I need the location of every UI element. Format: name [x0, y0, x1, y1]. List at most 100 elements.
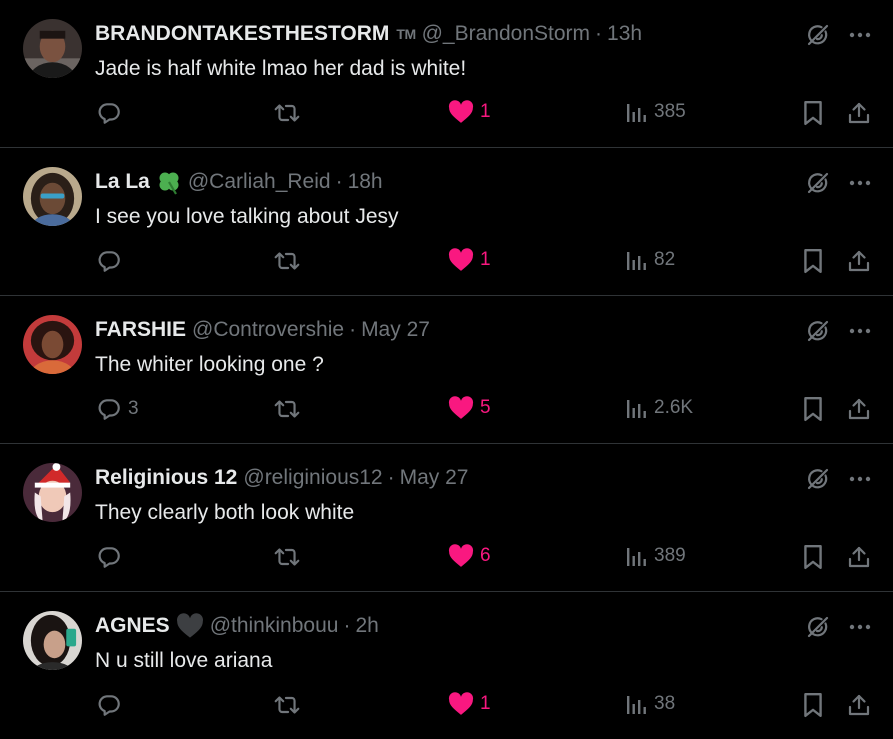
heart-filled-icon [448, 692, 474, 716]
timestamp[interactable]: 18h [348, 168, 383, 196]
display-name[interactable]: La La [95, 168, 150, 196]
timestamp[interactable]: May 27 [361, 316, 430, 344]
avatar[interactable] [23, 463, 82, 522]
view-count: 2.6K [654, 397, 694, 418]
views-button[interactable]: 389 [626, 544, 686, 568]
grok-icon[interactable] [805, 466, 831, 492]
tweet-actions: 6 389 [0, 544, 893, 576]
display-name[interactable]: Religinious 12 [95, 464, 237, 492]
reply-button[interactable] [96, 544, 128, 570]
tweet[interactable]: FARSHIE @Controvershie · May 27 The whit… [0, 296, 893, 444]
bookmark-icon [802, 100, 824, 126]
reply-icon [96, 544, 122, 570]
bookmark-button[interactable] [802, 100, 824, 126]
reply-button[interactable] [96, 100, 128, 126]
tweet-top-icons [805, 466, 871, 492]
display-name[interactable]: BRANDONTAKESTHESTORM [95, 20, 389, 48]
reply-count: 3 [128, 398, 139, 419]
retweet-icon [273, 100, 301, 126]
shamrock-icon [156, 169, 182, 195]
tweet[interactable]: BRANDONTAKESTHESTORM TM @_BrandonStorm ·… [0, 0, 893, 148]
separator: · [349, 318, 357, 341]
more-options-icon[interactable] [849, 624, 871, 630]
timestamp[interactable]: 2h [355, 612, 378, 640]
tweet-actions: 1 385 [0, 100, 893, 132]
tweet-actions: 1 82 [0, 248, 893, 280]
tweet[interactable]: AGNES @thinkinbouu · 2h N u still love a… [0, 592, 893, 739]
tweet-actions: 3 5 2.6K [0, 396, 893, 428]
tweet-header: La La @Carliah_Reid · 18h [95, 168, 383, 196]
reply-icon [96, 692, 122, 718]
views-bar-chart-icon [626, 544, 648, 568]
share-button[interactable] [847, 248, 871, 274]
bookmark-button[interactable] [802, 544, 824, 570]
handle[interactable]: @_BrandonStorm [422, 20, 590, 48]
retweet-button[interactable] [273, 100, 307, 126]
name-suffix: TM [396, 26, 416, 42]
views-button[interactable]: 2.6K [626, 396, 693, 420]
retweet-button[interactable] [273, 544, 307, 570]
grok-icon[interactable] [805, 614, 831, 640]
like-button[interactable]: 1 [448, 692, 491, 716]
black-heart-icon [176, 613, 204, 639]
more-options-icon[interactable] [849, 328, 871, 334]
tweet[interactable]: Religinious 12 @religinious12 · May 27 T… [0, 444, 893, 592]
grok-icon[interactable] [805, 22, 831, 48]
like-button[interactable]: 1 [448, 100, 491, 124]
grok-icon[interactable] [805, 318, 831, 344]
tweet-text: The whiter looking one ? [95, 353, 324, 376]
more-options-icon[interactable] [849, 180, 871, 186]
retweet-icon [273, 544, 301, 570]
view-count: 82 [654, 249, 676, 270]
avatar[interactable] [23, 19, 82, 78]
views-button[interactable]: 38 [626, 692, 675, 716]
bookmark-button[interactable] [802, 396, 824, 422]
share-button[interactable] [847, 396, 871, 422]
like-button[interactable]: 1 [448, 248, 491, 272]
like-button[interactable]: 6 [448, 544, 491, 568]
reply-button[interactable] [96, 248, 128, 274]
tweet[interactable]: La La @Carliah_Reid · 18h I see you love… [0, 148, 893, 296]
handle[interactable]: @religinious12 [243, 464, 382, 492]
separator: · [387, 466, 395, 489]
retweet-button[interactable] [273, 248, 307, 274]
bookmark-button[interactable] [802, 692, 824, 718]
retweet-button[interactable] [273, 396, 307, 422]
share-button[interactable] [847, 692, 871, 718]
more-options-icon[interactable] [849, 476, 871, 482]
reply-feed: BRANDONTAKESTHESTORM TM @_BrandonStorm ·… [0, 0, 893, 739]
avatar[interactable] [23, 315, 82, 374]
handle[interactable]: @Controvershie [192, 316, 344, 344]
view-count: 38 [654, 693, 676, 714]
tweet-top-icons [805, 170, 871, 196]
bookmark-button[interactable] [802, 248, 824, 274]
like-count: 5 [480, 397, 491, 418]
reply-icon [96, 248, 122, 274]
views-button[interactable]: 385 [626, 100, 686, 124]
heart-filled-icon [448, 248, 474, 272]
handle[interactable]: @thinkinbouu [210, 612, 339, 640]
avatar[interactable] [23, 611, 82, 670]
heart-filled-icon [448, 100, 474, 124]
like-button[interactable]: 5 [448, 396, 491, 420]
tweet-actions: 1 38 [0, 692, 893, 724]
handle[interactable]: @Carliah_Reid [188, 168, 331, 196]
reply-button[interactable]: 3 [96, 396, 139, 422]
grok-icon[interactable] [805, 170, 831, 196]
avatar[interactable] [23, 167, 82, 226]
like-count: 6 [480, 545, 491, 566]
views-button[interactable]: 82 [626, 248, 675, 272]
retweet-button[interactable] [273, 692, 307, 718]
timestamp[interactable]: May 27 [400, 464, 469, 492]
display-name[interactable]: AGNES [95, 612, 170, 640]
more-options-icon[interactable] [849, 32, 871, 38]
share-icon [847, 692, 871, 718]
timestamp[interactable]: 13h [607, 20, 642, 48]
views-bar-chart-icon [626, 100, 648, 124]
share-button[interactable] [847, 100, 871, 126]
share-button[interactable] [847, 544, 871, 570]
reply-button[interactable] [96, 692, 128, 718]
display-name[interactable]: FARSHIE [95, 316, 186, 344]
separator: · [343, 614, 351, 637]
views-bar-chart-icon [626, 692, 648, 716]
